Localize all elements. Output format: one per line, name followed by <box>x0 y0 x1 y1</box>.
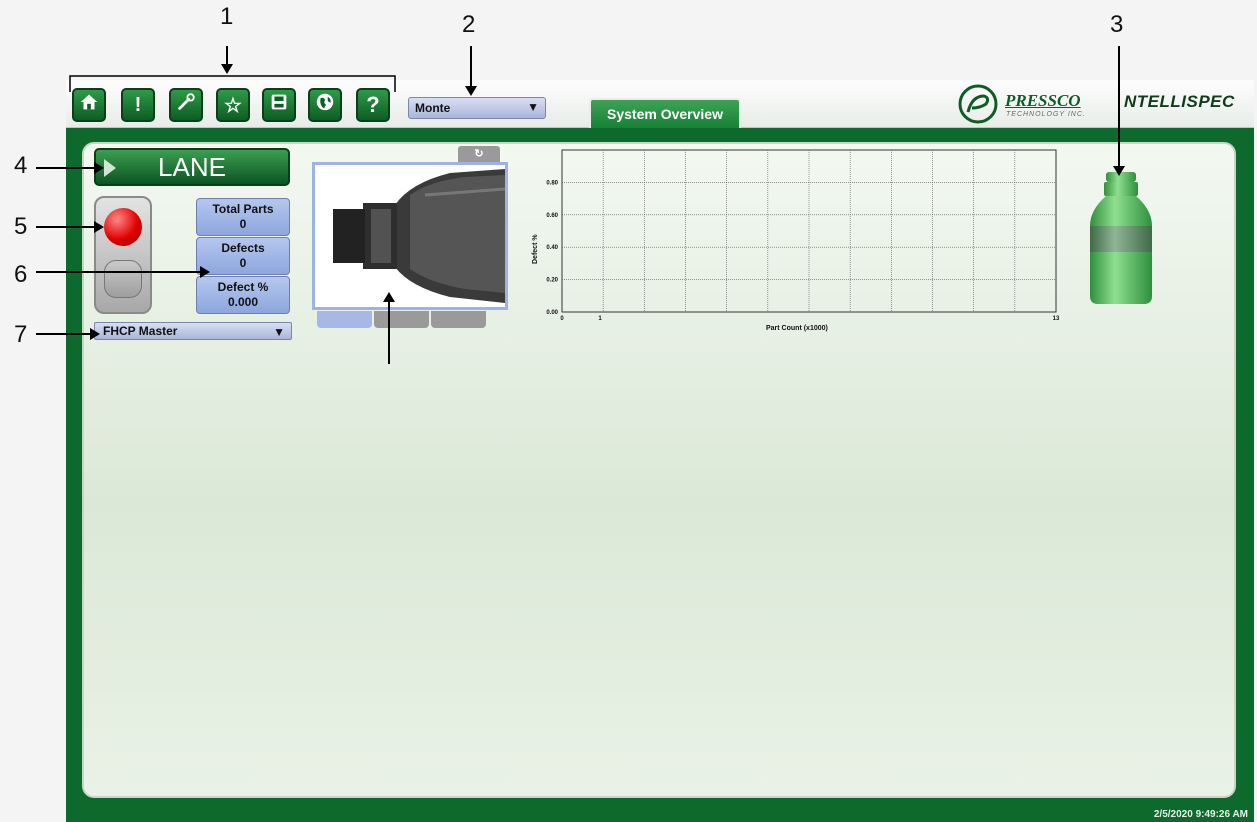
app-window: ! ☆ ? Monte ▼ System Overview PRESSCO TE… <box>66 80 1254 822</box>
help-icon: ? <box>366 92 380 117</box>
top-toolbar: ! ☆ ? Monte ▼ System Overview PRESSCO TE… <box>66 80 1254 128</box>
defect-pct-stat: Defect % 0.000 <box>196 276 290 314</box>
chart-x-ticks: 0 1 13 <box>560 316 1060 322</box>
callout-1: 1 <box>220 3 234 30</box>
network-button[interactable] <box>308 88 342 122</box>
chevron-down-icon: ▼ <box>527 100 539 114</box>
lane-select-dropdown[interactable]: Monte ▼ <box>408 97 546 119</box>
defect-chart: 0.00 0.20 0.40 0.60 0.80 0 1 13 Part Count (x1… <box>532 149 1060 332</box>
camera-image-view[interactable] <box>312 162 508 310</box>
chart-x-axis-label: Part Count (x1000) <box>766 325 828 332</box>
tools-button[interactable] <box>169 88 203 122</box>
refresh-icon: ↻ <box>474 148 484 160</box>
total-parts-value: 0 <box>239 217 247 231</box>
chart-y-tick-label: 0.20 <box>546 278 558 284</box>
star-icon: ☆ <box>224 94 242 117</box>
callout-2: 2 <box>462 11 476 38</box>
chevron-down-icon: ▼ <box>273 325 285 339</box>
chart-y-tick-label: 0.80 <box>546 180 558 186</box>
defects-value: 0 <box>239 256 247 270</box>
camera-tab-1[interactable] <box>317 311 372 328</box>
recipe-select-dropdown[interactable]: FHCP Master ▼ <box>94 322 292 340</box>
logo-brand-text: PRESSCO <box>1005 91 1081 110</box>
lane-select-value: Monte <box>415 101 451 115</box>
defects-stat: Defects 0 <box>196 237 290 275</box>
chart-x-tick-label: 1 <box>598 316 602 322</box>
callout-5: 5 <box>14 213 28 240</box>
total-parts-label: Total Parts <box>212 202 274 216</box>
recipe-select-value: FHCP Master <box>103 324 178 338</box>
screenshot-root: 1 2 3 4 5 6 7 8 ! ☆ ? <box>0 0 1257 822</box>
camera-refresh-button[interactable]: ↻ <box>458 146 500 162</box>
lane-button[interactable]: LANE <box>94 148 290 186</box>
chart-y-axis-label: Defect % <box>532 234 539 264</box>
timestamp: 2/5/2020 9:49:26 AM <box>1153 809 1248 820</box>
chart-x-tick-label: 13 <box>1053 316 1060 322</box>
play-icon <box>104 159 116 177</box>
help-button[interactable]: ? <box>356 88 390 122</box>
chart-y-tick-label: 0.60 <box>546 213 558 219</box>
chart-grid <box>561 149 1057 313</box>
defects-label: Defects <box>221 241 265 255</box>
save-icon <box>268 91 290 119</box>
alarms-button[interactable]: ! <box>121 88 155 122</box>
off-light-icon <box>104 260 142 298</box>
callout-6: 6 <box>14 261 28 288</box>
globe-icon <box>314 91 336 119</box>
logo-product-text: NTELLISPEC <box>1124 92 1235 111</box>
tab-system-overview[interactable]: System Overview <box>589 98 741 128</box>
bottle-status-icon <box>1090 172 1152 304</box>
status-light <box>94 196 152 314</box>
defect-pct-label: Defect % <box>217 280 269 294</box>
lane-button-label: LANE <box>158 151 226 182</box>
chart-y-tick-label: 0.00 <box>546 310 558 316</box>
wrench-icon <box>175 91 197 119</box>
bottle-camera-image <box>315 165 505 307</box>
callout-4: 4 <box>14 152 28 179</box>
chart-y-ticks: 0.00 0.20 0.40 0.60 0.80 <box>546 180 558 316</box>
home-button[interactable] <box>72 88 106 122</box>
home-icon <box>78 91 100 119</box>
logo-sub-text: TECHNOLOGY INC. <box>1006 111 1086 118</box>
alert-icon: ! <box>134 93 142 116</box>
camera-tab-3[interactable] <box>431 311 486 328</box>
defect-pct-value: 0.000 <box>227 295 259 309</box>
red-light-icon <box>104 208 142 246</box>
camera-tab-2[interactable] <box>374 311 429 328</box>
chart-x-tick-label: 0 <box>560 316 564 322</box>
callout-3: 3 <box>1110 11 1124 38</box>
favorites-button[interactable]: ☆ <box>216 88 250 122</box>
chart-y-tick-label: 0.40 <box>546 245 558 251</box>
total-parts-stat: Total Parts 0 <box>196 198 290 236</box>
callout-7: 7 <box>14 321 28 348</box>
save-button[interactable] <box>262 88 296 122</box>
